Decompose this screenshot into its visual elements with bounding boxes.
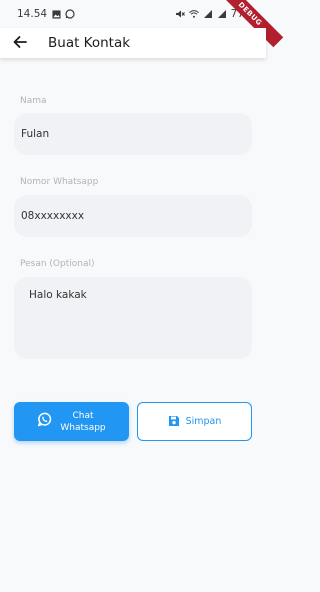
signal-icon-2 <box>217 9 227 19</box>
whatsapp-notification-icon <box>65 9 75 19</box>
message-field[interactable]: Halo kakak <box>14 277 252 359</box>
message-label: Pesan (Optional) <box>20 259 95 269</box>
name-value: Fulan <box>21 128 50 140</box>
save-icon <box>168 412 180 431</box>
signal-icon-1 <box>203 9 213 19</box>
name-label: Nama <box>20 96 47 106</box>
app-bar: Buat Kontak <box>0 28 266 58</box>
whatsapp-number-label: Nomor Whatsapp <box>20 177 99 187</box>
gallery-notification-icon <box>51 9 61 19</box>
arrow-back-icon <box>13 34 27 53</box>
mute-icon <box>175 9 185 19</box>
whatsapp-icon <box>37 412 52 431</box>
save-label: Simpan <box>185 416 222 427</box>
back-button[interactable] <box>0 28 40 58</box>
name-field[interactable]: Fulan <box>14 113 252 155</box>
page-title: Buat Kontak <box>48 35 131 51</box>
chat-whatsapp-line2: Whatsapp <box>60 422 106 433</box>
chat-whatsapp-button[interactable]: Chat Whatsapp <box>14 402 129 441</box>
save-button[interactable]: Simpan <box>137 402 252 441</box>
whatsapp-number-value: 08xxxxxxxx <box>21 210 85 222</box>
wifi-icon <box>188 9 199 19</box>
whatsapp-number-field[interactable]: 08xxxxxxxx <box>14 195 252 237</box>
status-time: 14.54 <box>17 8 48 20</box>
status-left: 14.54 <box>17 8 75 20</box>
chat-whatsapp-line1: Chat <box>72 410 94 421</box>
chat-whatsapp-label: Chat Whatsapp <box>60 410 105 434</box>
status-bar: 14.54 77% <box>0 0 266 28</box>
message-value: Halo kakak <box>29 289 87 301</box>
